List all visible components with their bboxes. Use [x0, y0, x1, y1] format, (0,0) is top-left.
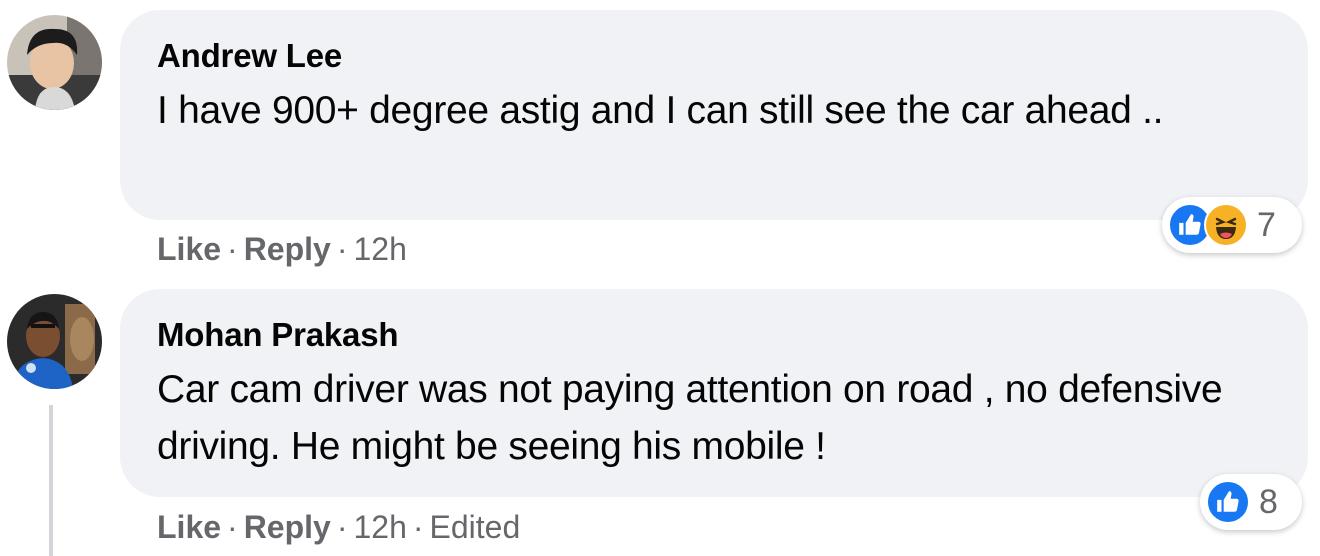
edited-label[interactable]: Edited	[430, 509, 521, 545]
comment-bubble: Mohan Prakash Car cam driver was not pay…	[120, 289, 1308, 497]
reactions-summary[interactable]: 7	[1162, 197, 1302, 253]
comment-text: Car cam driver was not paying attention …	[157, 368, 1223, 468]
like-icon	[1206, 480, 1250, 524]
reply-button[interactable]: Reply	[244, 231, 331, 267]
comment-text: I have 900+ degree astig and I can still…	[157, 89, 1164, 132]
comment-timestamp[interactable]: 12h	[353, 509, 406, 545]
avatar[interactable]	[7, 294, 102, 389]
comment-bubble: Andrew Lee I have 900+ degree astig and …	[120, 10, 1308, 220]
comment-author[interactable]: Andrew Lee	[157, 36, 1272, 76]
reactions-summary[interactable]: 8	[1200, 474, 1302, 530]
comment-actions: Like · Reply · 12h · Edited	[157, 509, 521, 545]
haha-icon	[1204, 203, 1248, 247]
reply-button[interactable]: Reply	[244, 509, 331, 545]
comment-author[interactable]: Mohan Prakash	[157, 315, 1272, 355]
reply-thread-line	[49, 405, 53, 556]
avatar[interactable]	[7, 15, 102, 110]
comment-actions: Like · Reply · 12h	[157, 231, 407, 267]
like-button[interactable]: Like	[157, 509, 221, 545]
reaction-count: 8	[1259, 482, 1278, 521]
comment-timestamp[interactable]: 12h	[353, 231, 406, 267]
like-button[interactable]: Like	[157, 231, 221, 267]
reaction-count: 7	[1257, 205, 1276, 244]
